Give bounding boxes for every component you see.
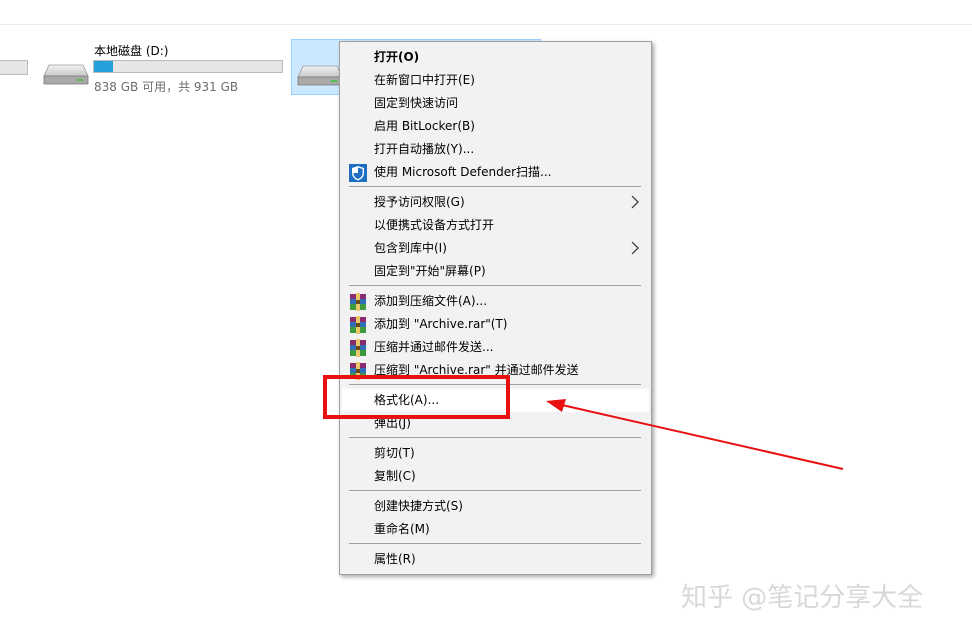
menu-item-label: 重命名(M): [374, 522, 430, 536]
menu-item-cut[interactable]: 剪切(T): [342, 442, 649, 465]
menu-item-create-shortcut[interactable]: 创建快捷方式(S): [342, 495, 649, 518]
menu-item-compress-email[interactable]: 压缩并通过邮件发送...: [342, 336, 649, 359]
menu-item-defender-scan[interactable]: 使用 Microsoft Defender扫描...: [342, 161, 649, 184]
drive-c-capacity-bar: [0, 60, 28, 75]
menu-item-label: 使用 Microsoft Defender扫描...: [374, 165, 552, 179]
menu-item-label: 授予访问权限(G): [374, 195, 465, 209]
window-top-border: [0, 24, 972, 25]
menu-separator: [349, 490, 641, 491]
menu-item-label: 固定到快速访问: [374, 96, 459, 110]
menu-separator: [349, 543, 641, 544]
drive-d-capacity-fill: [94, 61, 113, 72]
menu-item-open-new-window[interactable]: 在新窗口中打开(E): [342, 69, 649, 92]
menu-item-label: 固定到"开始"屏幕(P): [374, 264, 486, 278]
drive-d-tile[interactable]: 本地磁盘 (D:) 838 GB 可用，共 931 GB: [40, 38, 285, 96]
annotation-highlight-box: [323, 375, 510, 419]
menu-item-copy[interactable]: 复制(C): [342, 465, 649, 488]
menu-item-label: 包含到库中(I): [374, 241, 447, 255]
menu-item-label: 打开(O): [374, 50, 420, 64]
chevron-right-icon: [631, 195, 639, 209]
menu-item-label: 启用 BitLocker(B): [374, 119, 475, 133]
menu-item-rename[interactable]: 重命名(M): [342, 518, 649, 541]
menu-item-label: 压缩并通过邮件发送...: [374, 340, 494, 354]
hard-drive-icon: [43, 64, 89, 85]
menu-item-label: 以便携式设备方式打开: [374, 218, 495, 232]
defender-shield-icon: [349, 164, 367, 182]
menu-item-open-portable[interactable]: 以便携式设备方式打开: [342, 214, 649, 237]
winrar-icon: [350, 339, 366, 357]
menu-item-pin-quick-access[interactable]: 固定到快速访问: [342, 92, 649, 115]
drive-d-name: 本地磁盘 (D:): [94, 44, 169, 58]
context-menu: 打开(O) 在新窗口中打开(E) 固定到快速访问 启用 BitLocker(B)…: [339, 41, 652, 575]
watermark-text: 知乎 @笔记分享大全: [681, 583, 924, 613]
menu-item-pin-start[interactable]: 固定到"开始"屏幕(P): [342, 260, 649, 283]
winrar-icon: [350, 316, 366, 334]
menu-item-label: 剪切(T): [374, 446, 415, 460]
drive-d-free-space: 838 GB 可用，共 931 GB: [94, 80, 239, 94]
chevron-right-icon: [631, 241, 639, 255]
menu-item-add-archive[interactable]: 添加到压缩文件(A)...: [342, 290, 649, 313]
menu-item-label: 属性(R): [374, 552, 416, 566]
menu-item-label: 创建快捷方式(S): [374, 499, 463, 513]
drive-d-capacity-bar: [93, 60, 283, 73]
menu-item-properties[interactable]: 属性(R): [342, 548, 649, 571]
menu-separator: [349, 186, 641, 187]
menu-item-open[interactable]: 打开(O): [342, 46, 649, 69]
menu-item-label: 在新窗口中打开(E): [374, 73, 475, 87]
menu-separator: [349, 285, 641, 286]
menu-item-add-archive-rar[interactable]: 添加到 "Archive.rar"(T): [342, 313, 649, 336]
menu-item-include-library[interactable]: 包含到库中(I): [342, 237, 649, 260]
menu-item-label: 添加到 "Archive.rar"(T): [374, 317, 508, 331]
menu-separator: [349, 437, 641, 438]
hard-drive-icon: [297, 65, 343, 86]
menu-item-bitlocker[interactable]: 启用 BitLocker(B): [342, 115, 649, 138]
menu-item-label: 复制(C): [374, 469, 416, 483]
menu-item-label: 添加到压缩文件(A)...: [374, 294, 488, 308]
winrar-icon: [350, 293, 366, 311]
menu-item-label: 打开自动播放(Y)...: [374, 142, 475, 156]
menu-item-autoplay[interactable]: 打开自动播放(Y)...: [342, 138, 649, 161]
menu-item-grant-access[interactable]: 授予访问权限(G): [342, 191, 649, 214]
